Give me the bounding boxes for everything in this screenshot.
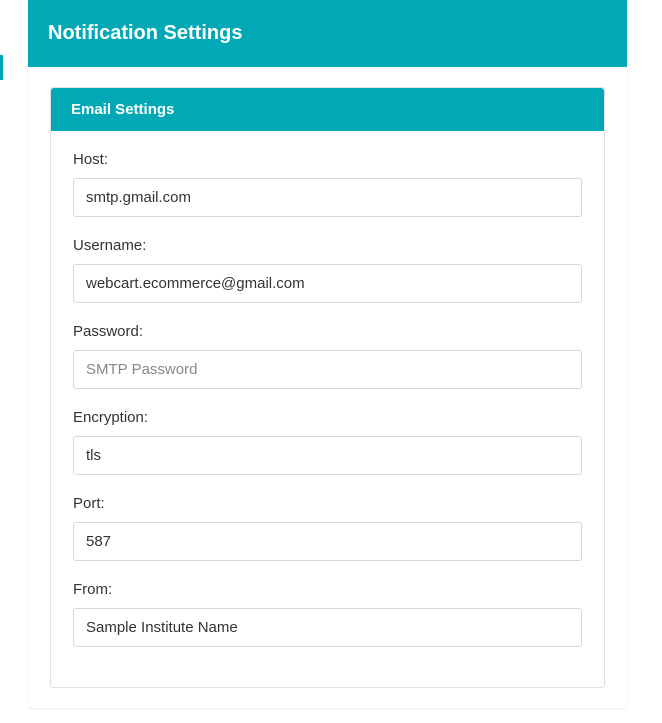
password-label: Password: <box>73 323 582 340</box>
email-settings-panel: Email Settings Host: Username: Password:… <box>50 87 605 688</box>
panel-body: Email Settings Host: Username: Password:… <box>28 67 627 708</box>
email-settings-title: Email Settings <box>51 88 604 131</box>
host-group: Host: <box>73 151 582 217</box>
host-label: Host: <box>73 151 582 168</box>
email-settings-body: Host: Username: Password: Encryption: Po <box>51 131 604 687</box>
page-title: Notification Settings <box>28 0 627 67</box>
port-input[interactable] <box>73 522 582 561</box>
left-accent-bar <box>0 55 3 80</box>
username-group: Username: <box>73 237 582 303</box>
password-input[interactable] <box>73 350 582 389</box>
port-label: Port: <box>73 495 582 512</box>
username-label: Username: <box>73 237 582 254</box>
password-group: Password: <box>73 323 582 389</box>
encryption-group: Encryption: <box>73 409 582 475</box>
from-label: From: <box>73 581 582 598</box>
from-input[interactable] <box>73 608 582 647</box>
port-group: Port: <box>73 495 582 561</box>
encryption-input[interactable] <box>73 436 582 475</box>
username-input[interactable] <box>73 264 582 303</box>
encryption-label: Encryption: <box>73 409 582 426</box>
notification-settings-panel: Notification Settings Email Settings Hos… <box>28 0 627 708</box>
host-input[interactable] <box>73 178 582 217</box>
from-group: From: <box>73 581 582 647</box>
